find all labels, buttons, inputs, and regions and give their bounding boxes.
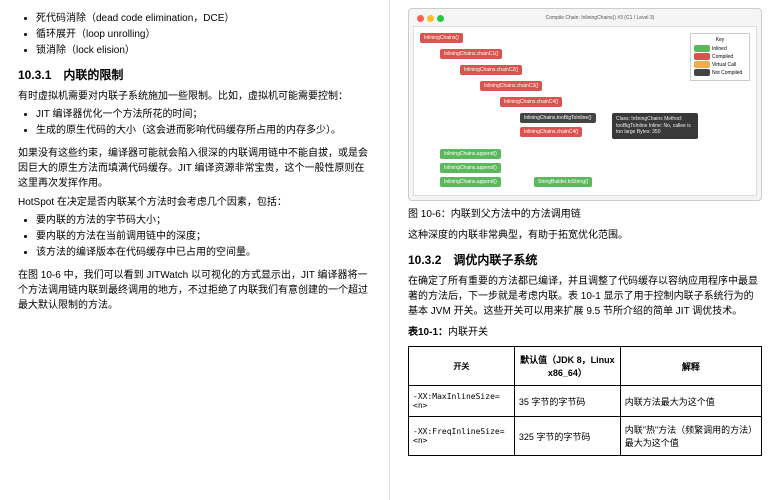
table-row: -XX:FreqInlineSize=<n> 325 字节的字节码 内联"热"方… (409, 417, 762, 456)
table-row: -XX:MaxInlineSize=<n> 35 字节的字节码 内联方法最大为这… (409, 386, 762, 417)
chain-node-inlined[interactable]: InliningChains.append() (440, 149, 501, 159)
chain-node[interactable]: InliningChains.chainC1() (440, 49, 502, 59)
maximize-icon[interactable] (437, 15, 444, 22)
figure-10-6: Compile Chain: InliningChains() #3 (C1 /… (408, 8, 762, 201)
chain-node-inlined[interactable]: InliningChains.append() (440, 177, 501, 187)
chain-node[interactable]: InliningChains.chainC3() (480, 81, 542, 91)
legend-title: Key (694, 37, 746, 43)
bullet: 要内联的方法在当前调用链中的深度； (36, 230, 371, 244)
window-title: Compile Chain: InliningChains() #3 (C1 /… (447, 15, 753, 22)
table-header-row: 开关 默认值（JDK 8，Linux x86_64） 解释 (409, 347, 762, 386)
bullet: 锁消除（lock elision） (36, 44, 371, 58)
bullet: 循环展开（loop unrolling） (36, 28, 371, 42)
inline-switches-table: 开关 默认值（JDK 8，Linux x86_64） 解释 -XX:MaxInl… (408, 346, 762, 456)
paragraph: 在图 10-6 中，我们可以看到 JITWatch 以可视化的方式显示出，JIT… (18, 268, 371, 313)
window-chrome: Compile Chain: InliningChains() #3 (C1 /… (408, 8, 762, 201)
chain-node-not-inlined[interactable]: InliningChains.tooBigToInline() (520, 113, 596, 123)
window-titlebar: Compile Chain: InliningChains() #3 (C1 /… (413, 13, 757, 24)
chain-node-inlined[interactable]: InliningChains.append() (440, 163, 501, 173)
minimize-icon[interactable] (427, 15, 434, 22)
paragraph: HotSpot 在决定是否内联某个方法时会考虑几个因素，包括： (18, 195, 371, 210)
bullet: 生成的原生代码的大小（这会进而影响代码缓存所占用的内存多少）。 (36, 124, 371, 138)
tooltip: Class: InliningChains Method: tooBigToIn… (612, 113, 698, 139)
bullets-factors: 要内联的方法的字节码大小； 要内联的方法在当前调用链中的深度； 该方法的编译版本… (36, 214, 371, 260)
paragraph: 如果没有这些约束，编译器可能就会陷入很深的内联调用链中不能自拔，或是会因巨大的原… (18, 146, 371, 191)
bullet: 死代码消除（dead code elimination，DCE） (36, 12, 371, 26)
paragraph: 这种深度的内联非常典型，有助于拓宽优化范围。 (408, 228, 762, 243)
legend: Key Inlined Compiled Virtual Call Not Co… (690, 33, 750, 81)
bullet: JIT 编译器优化一个方法所花的时间； (36, 108, 371, 122)
th-default: 默认值（JDK 8，Linux x86_64） (514, 347, 620, 386)
figure-caption: 图 10-6：内联到父方法中的方法调用链 (408, 207, 762, 222)
chain-node-inlined[interactable]: StringBuilder.toString() (534, 177, 592, 187)
chain-node[interactable]: InliningChains.chainC2() (460, 65, 522, 75)
compile-chain-canvas: InliningChains() InliningChains.chainC1(… (413, 26, 757, 196)
table-caption: 表10-1：内联开关 (408, 325, 762, 340)
paragraph: 有时虚拟机需要对内联子系统施加一些限制。比如，虚拟机可能需要控制： (18, 89, 371, 104)
close-icon[interactable] (417, 15, 424, 22)
bullets-optimizations: 死代码消除（dead code elimination，DCE） 循环展开（lo… (36, 12, 371, 58)
chain-node[interactable]: InliningChains() (420, 33, 463, 43)
chain-node[interactable]: InliningChains.chainC4() (500, 97, 562, 107)
page-right: Compile Chain: InliningChains() #3 (C1 /… (390, 0, 780, 500)
paragraph: 在确定了所有重要的方法都已编译，并且调整了代码缓存以容纳应用程序中最显著的方法后… (408, 274, 762, 319)
section-heading-10-3-2: 10.3.2调优内联子系统 (408, 251, 762, 268)
bullets-limits: JIT 编译器优化一个方法所花的时间； 生成的原生代码的大小（这会进而影响代码缓… (36, 108, 371, 138)
bullet: 该方法的编译版本在代码缓存中已占用的空间量。 (36, 246, 371, 260)
section-heading-10-3-1: 10.3.1内联的限制 (18, 66, 371, 83)
th-explain: 解释 (620, 347, 761, 386)
bullet: 要内联的方法的字节码大小； (36, 214, 371, 228)
page-left: 死代码消除（dead code elimination，DCE） 循环展开（lo… (0, 0, 390, 500)
chain-node[interactable]: InliningChains.chainC4() (520, 127, 582, 137)
th-switch: 开关 (409, 347, 515, 386)
